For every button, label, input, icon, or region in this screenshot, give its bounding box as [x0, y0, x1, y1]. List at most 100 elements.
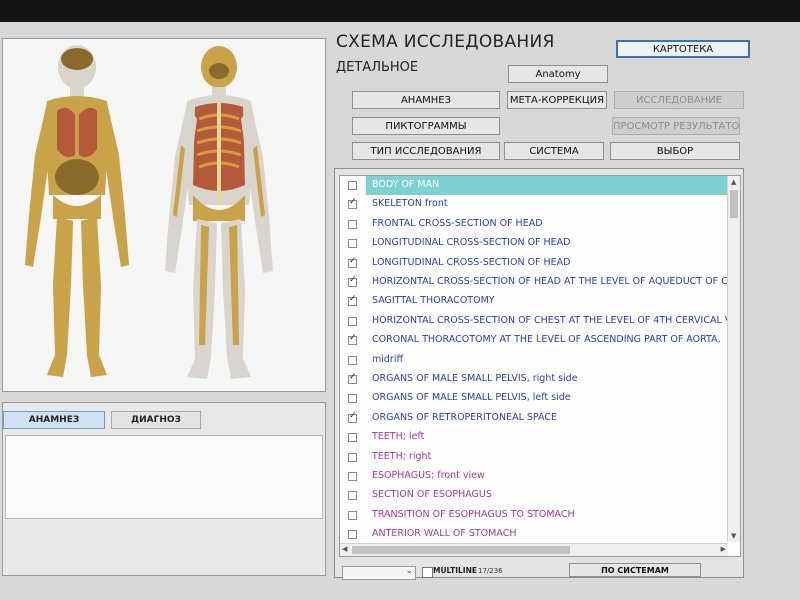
scroll-left-icon[interactable]: ◀ [342, 545, 347, 553]
list-item-checkbox[interactable] [348, 472, 357, 481]
list-item-checkbox[interactable] [348, 197, 357, 210]
list-item-label: TRANSITION OF ESOPHAGUS TO STOMACH [372, 508, 575, 520]
list-item-highlight: midriff [366, 351, 728, 370]
list-item-highlight: HORIZONTAL CROSS-SECTION OF CHEST AT THE… [366, 312, 731, 331]
list-item[interactable]: TEETH; left [340, 428, 728, 447]
vertical-scroll-thumb[interactable] [730, 190, 738, 218]
anamnez-button[interactable]: АНАМНЕЗ [352, 91, 500, 109]
vertical-scrollbar[interactable]: ▲ ▼ [727, 176, 740, 542]
list-item-highlight: ORGANS OF RETROPERITONEAL SPACE [366, 409, 728, 428]
list-item-label: ORGANS OF MALE SMALL PELVIS, right side [372, 373, 578, 384]
item-count: 17/236 [478, 567, 503, 575]
notes-panel: АНАМНЕЗ ДИАГНОЗ [2, 402, 326, 576]
list-item[interactable]: ORGANS OF MALE SMALL PELVIS, right side [340, 370, 728, 389]
monitor-bezel [0, 0, 800, 22]
list-item-checkbox[interactable] [348, 510, 357, 520]
list-item-highlight: ORGANS OF MALE SMALL PELVIS, right side [366, 370, 728, 389]
list-item-highlight: SKELETON front [366, 195, 728, 214]
list-item-highlight: FRONTAL CROSS-SECTION OF HEAD [366, 215, 728, 234]
list-item[interactable]: SECTION OF ESOPHAGUS [340, 486, 728, 505]
study-list-panel: BODY OF MAN SKELETON front FRONTAL CROSS-S… [334, 168, 744, 578]
list-item-checkbox[interactable] [348, 239, 357, 249]
list-item[interactable]: HORIZONTAL CROSS-SECTION OF CHEST AT THE… [340, 312, 731, 331]
list-item-label: FRONTAL CROSS-SECTION OF HEAD [372, 217, 543, 229]
chevron-down-icon[interactable]: ⌄ [405, 566, 413, 576]
vybor-button[interactable]: ВЫБОР [610, 142, 740, 160]
back-body-figure[interactable] [159, 45, 279, 385]
list-item[interactable]: SKELETON front [340, 195, 728, 214]
meta-correction-button[interactable]: МЕТА-КОРРЕКЦИЯ [507, 91, 607, 109]
study-list: BODY OF MAN SKELETON front FRONTAL CROSS-S… [339, 175, 741, 557]
anatomy-button[interactable]: Anatomy [508, 65, 608, 83]
list-item-label: ESOPHAGUS; front view [372, 470, 485, 481]
list-item-label: SKELETON front [372, 198, 448, 210]
list-item[interactable]: TEETH; right [340, 448, 728, 467]
list-item-checkbox[interactable] [348, 181, 357, 190]
list-item-checkbox[interactable] [348, 316, 357, 326]
list-item-checkbox[interactable] [348, 372, 357, 384]
list-item[interactable]: midriff [340, 351, 728, 370]
list-item-highlight: SAGITTAL THORACOTOMY [366, 292, 728, 311]
horizontal-scroll-thumb[interactable] [352, 546, 570, 554]
list-item-highlight: ORGANS OF MALE SMALL PELVIS, left side [366, 389, 728, 408]
list-item[interactable]: FRONTAL CROSS-SECTION OF HEAD [340, 215, 728, 234]
list-item-checkbox[interactable] [348, 411, 357, 423]
horizontal-scrollbar[interactable]: ◀ ▶ [340, 543, 728, 556]
list-item-label: ORGANS OF RETROPERITONEAL SPACE [372, 411, 557, 423]
list-item-label: CORONAL THORACOTOMY AT THE LEVEL OF ASCE… [372, 334, 721, 346]
multiline-checkbox[interactable] [422, 567, 433, 578]
list-item-highlight: BODY OF MAN [366, 176, 728, 195]
issledovanie-button[interactable]: ИССЛЕДОВАНИЕ [614, 91, 744, 109]
list-item-checkbox[interactable] [348, 219, 357, 229]
list-item-label: ANTERIOR WALL OF STOMACH [372, 528, 517, 540]
list-item-label: TEETH; left [372, 431, 425, 443]
page-subtitle: ДЕТАЛЬНОЕ [336, 60, 419, 75]
list-item-label: TEETH; right [372, 450, 432, 462]
list-item-label: SECTION OF ESOPHAGUS [372, 489, 492, 501]
list-item[interactable]: ORGANS OF RETROPERITONEAL SPACE [340, 409, 728, 428]
prosmotr-rezultatov-button[interactable]: ПРОСМОТР РЕЗУЛЬТАТОВ [612, 117, 740, 135]
scroll-right-icon[interactable]: ▶ [721, 545, 726, 553]
tab-diagnoz[interactable]: ДИАГНОЗ [111, 411, 201, 429]
list-item-highlight: LONGITUDINAL CROSS-SECTION OF HEAD [366, 234, 728, 253]
list-item-checkbox[interactable] [348, 530, 357, 540]
list-item-label: HORIZONTAL CROSS-SECTION OF HEAD AT THE … [372, 276, 728, 287]
list-item-checkbox[interactable] [348, 355, 357, 365]
tab-anamnez[interactable]: АНАМНЕЗ [3, 411, 105, 429]
list-item-highlight: SECTION OF ESOPHAGUS [366, 486, 728, 505]
list-item-label: LONGITUDINAL CROSS-SECTION OF HEAD [372, 237, 571, 249]
list-item-checkbox[interactable] [348, 275, 357, 287]
tip-issledovaniya-button[interactable]: ТИП ИССЛЕДОВАНИЯ [352, 142, 500, 160]
list-item-checkbox[interactable] [348, 256, 357, 268]
list-item-checkbox[interactable] [348, 452, 357, 462]
list-item[interactable]: ESOPHAGUS; front view [340, 467, 728, 486]
kartoteka-button[interactable]: КАРТОТЕКА [616, 40, 750, 58]
list-item[interactable]: SAGITTAL THORACOTOMY [340, 292, 728, 311]
list-item-checkbox[interactable] [348, 394, 357, 404]
list-item-highlight: TEETH; right [366, 448, 728, 467]
list-item-label: ORGANS OF MALE SMALL PELVIS, left side [372, 392, 571, 404]
front-body-figure[interactable] [17, 45, 137, 385]
list-item-checkbox[interactable] [348, 294, 357, 307]
po-sistemam-button[interactable]: ПО СИСТЕМАМ [569, 563, 701, 577]
list-item[interactable]: TRANSITION OF ESOPHAGUS TO STOMACH [340, 506, 728, 525]
piktogrammy-button[interactable]: ПИКТОГРАММЫ [352, 117, 500, 135]
list-item[interactable]: LONGITUDINAL CROSS-SECTION OF HEAD [340, 234, 728, 253]
notes-text-area[interactable] [5, 435, 323, 519]
list-item-checkbox[interactable] [348, 491, 357, 501]
list-item[interactable]: CORONAL THORACOTOMY AT THE LEVEL OF ASCE… [340, 331, 728, 350]
anatomy-image-panel [2, 38, 326, 392]
sistema-button[interactable]: СИСТЕМА [504, 142, 604, 160]
list-item[interactable]: LONGITUDINAL CROSS-SECTION OF HEAD [340, 254, 728, 273]
list-item[interactable]: ANTERIOR WALL OF STOMACH [340, 525, 728, 544]
scroll-up-icon[interactable]: ▲ [731, 178, 736, 186]
list-item[interactable]: BODY OF MAN [340, 176, 728, 195]
scroll-down-icon[interactable]: ▼ [731, 532, 736, 540]
list-item-highlight: LONGITUDINAL CROSS-SECTION OF HEAD [366, 254, 728, 273]
list-item-highlight: HORIZONTAL CROSS-SECTION OF HEAD AT THE … [366, 273, 728, 292]
list-item[interactable]: HORIZONTAL CROSS-SECTION OF HEAD AT THE … [340, 273, 728, 292]
list-item[interactable]: ORGANS OF MALE SMALL PELVIS, left side [340, 389, 728, 408]
list-item-checkbox[interactable] [348, 433, 357, 443]
filter-dropdown[interactable]: ⌄ [342, 566, 416, 580]
list-item-checkbox[interactable] [348, 333, 357, 346]
